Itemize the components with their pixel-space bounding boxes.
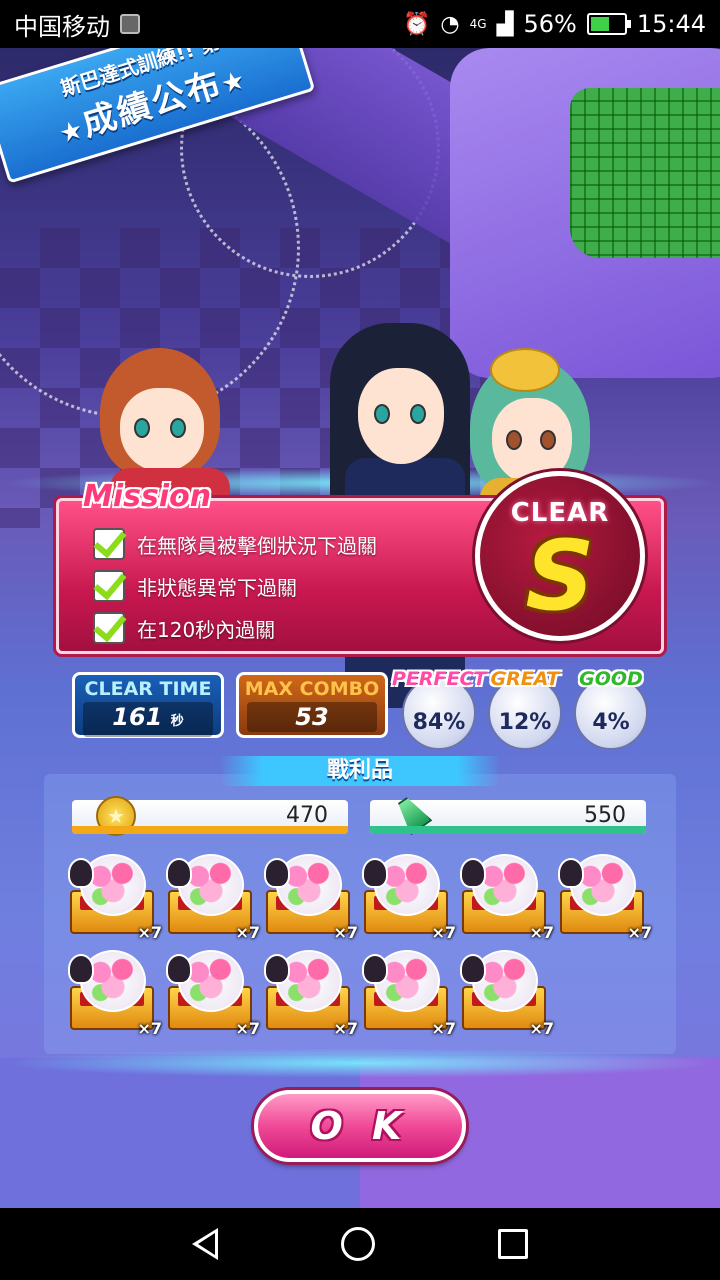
- item-quantity: ×7: [627, 923, 652, 942]
- chibi-portrait-icon: [362, 858, 388, 888]
- wifi-icon: ◔: [440, 11, 460, 37]
- max-combo-value: 53: [247, 702, 377, 732]
- checkmark-icon: [93, 570, 125, 602]
- chibi-portrait-icon: [68, 954, 94, 984]
- ok-button[interactable]: O K: [254, 1090, 466, 1162]
- checkmark-icon: [93, 612, 125, 644]
- item-quantity: ×7: [333, 1019, 358, 1038]
- reward-item[interactable]: ×7: [262, 950, 358, 1040]
- mission-panel: Mission 在無隊員被擊倒狀況下過關 非狀態異常下過關 在120秒內過關 C…: [56, 471, 664, 654]
- reward-item[interactable]: ×7: [164, 950, 260, 1040]
- mission-title: Mission: [83, 479, 212, 514]
- perfect-rate: 84% PERFECT: [392, 668, 486, 750]
- green-reward: 550: [370, 800, 646, 834]
- plaid-prop: [570, 88, 720, 258]
- home-icon[interactable]: [340, 1227, 375, 1261]
- chibi-portrait-icon: [264, 954, 290, 984]
- reward-item[interactable]: ×7: [262, 854, 358, 944]
- game-scene: 斯巴達式訓練!! 第 ★成績公布★ Mission 在無隊員被擊倒狀況下過關 非…: [0, 48, 720, 1208]
- network-type: 4G: [469, 17, 487, 31]
- max-combo-label: MAX COMBO: [244, 678, 380, 700]
- back-icon[interactable]: [191, 1228, 218, 1260]
- clear-rank-value: S: [525, 520, 595, 632]
- reward-item[interactable]: ×7: [458, 950, 554, 1040]
- item-quantity: ×7: [529, 1019, 554, 1038]
- clear-time-value: 161: [112, 703, 163, 731]
- image-icon: [120, 14, 140, 34]
- chibi-portrait-icon: [460, 954, 486, 984]
- reward-item[interactable]: ×7: [360, 950, 456, 1040]
- coin-reward: ★ 470: [72, 796, 348, 836]
- chibi-portrait-icon: [460, 858, 486, 888]
- reward-item[interactable]: ×7: [66, 950, 162, 1040]
- chibi-portrait-icon: [166, 858, 192, 888]
- clear-time-unit: 秒: [170, 714, 184, 729]
- chibi-portrait-icon: [558, 858, 584, 888]
- item-quantity: ×7: [235, 1019, 260, 1038]
- item-quantity: ×7: [431, 1019, 456, 1038]
- carrier-name: 中国移动: [14, 12, 110, 41]
- mission-text: 在120秒內過關: [137, 617, 276, 642]
- mission-text: 在無隊員被擊倒狀況下過關: [137, 533, 377, 558]
- status-bar: 中国移动 ⏰ ◔ 4G ▟ 56% 15:44: [0, 0, 720, 48]
- great-label: GREAT: [490, 668, 560, 690]
- mission-item: 在無隊員被擊倒狀況下過關: [93, 523, 377, 565]
- item-quantity: ×7: [235, 923, 260, 942]
- coin-amount: 470: [286, 803, 328, 828]
- alarm-icon: ⏰: [403, 11, 431, 37]
- clock: 15:44: [636, 10, 706, 38]
- chibi-portrait-icon: [68, 858, 94, 888]
- mission-item: 非狀態異常下過關: [93, 565, 377, 607]
- checkmark-icon: [93, 528, 125, 560]
- chibi-portrait-icon: [362, 954, 388, 984]
- item-quantity: ×7: [137, 1019, 162, 1038]
- mission-item: 在120秒內過關: [93, 607, 377, 649]
- item-quantity: ×7: [137, 923, 162, 942]
- clear-rank-badge: CLEAR S: [475, 471, 645, 641]
- good-label: GOOD: [579, 668, 643, 690]
- reward-item[interactable]: ×7: [556, 854, 652, 944]
- green-amount: 550: [584, 803, 626, 828]
- clear-time-box: CLEAR TIME 161 秒: [72, 672, 224, 738]
- reward-item[interactable]: ×7: [458, 854, 554, 944]
- rewards-header: 戰利品: [220, 756, 500, 786]
- chibi-portrait-icon: [264, 858, 290, 888]
- signal-icon: ▟: [496, 11, 514, 37]
- max-combo-box: MAX COMBO 53: [236, 672, 388, 738]
- item-quantity: ×7: [529, 923, 554, 942]
- navigation-bar: [0, 1208, 720, 1280]
- battery-percent: 56%: [523, 10, 577, 38]
- reward-item[interactable]: ×7: [360, 854, 456, 944]
- perfect-label: PERFECT: [392, 668, 487, 690]
- great-rate: 12% GREAT: [486, 668, 564, 750]
- clear-time-label: CLEAR TIME: [84, 678, 212, 700]
- chibi-portrait-icon: [166, 954, 192, 984]
- good-rate: 4% GOOD: [572, 668, 650, 750]
- reward-item[interactable]: ×7: [164, 854, 260, 944]
- battery-icon: [586, 13, 631, 35]
- mission-text: 非狀態異常下過關: [137, 575, 297, 600]
- item-quantity: ×7: [333, 923, 358, 942]
- reward-item[interactable]: ×7: [66, 854, 162, 944]
- recent-apps-icon[interactable]: [498, 1229, 529, 1259]
- item-quantity: ×7: [431, 923, 456, 942]
